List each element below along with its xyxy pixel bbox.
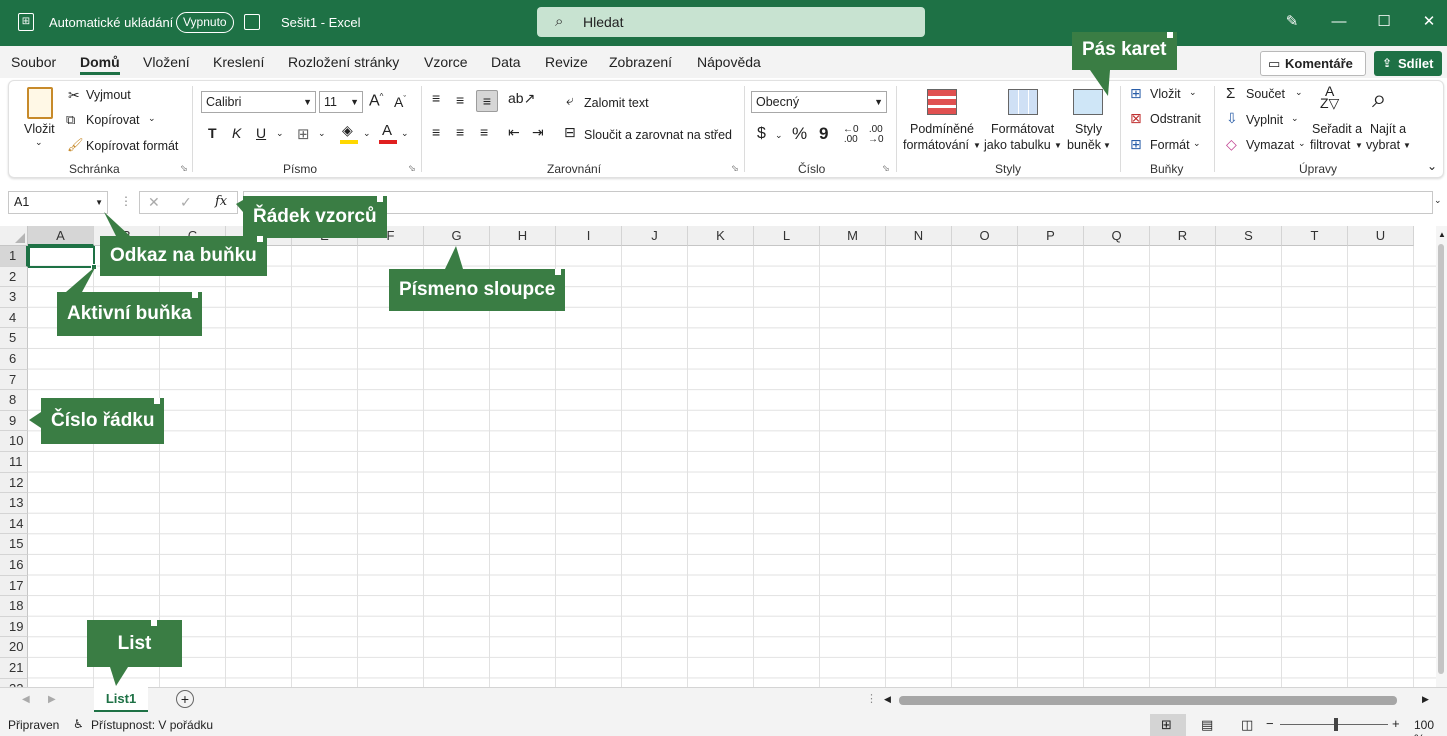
pointer-ribbon bbox=[1090, 70, 1110, 96]
pointer-formula-bar bbox=[236, 200, 243, 212]
callout-pointers bbox=[29, 70, 1110, 686]
pointer-active-cell bbox=[66, 266, 96, 292]
pointer-cell-reference bbox=[104, 212, 130, 236]
pointer-column-letter bbox=[445, 246, 463, 269]
pointer-sheet bbox=[110, 667, 128, 686]
pointer-row-number bbox=[29, 412, 41, 428]
